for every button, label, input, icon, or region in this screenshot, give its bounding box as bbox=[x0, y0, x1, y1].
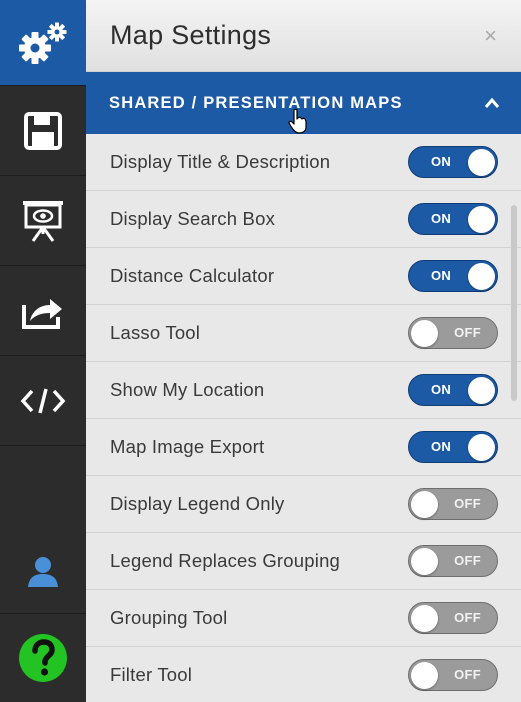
setting-toggle[interactable]: ON bbox=[408, 374, 498, 406]
toggle-knob bbox=[411, 605, 438, 632]
toggle-state-label: ON bbox=[431, 268, 452, 283]
toggle-state-label: OFF bbox=[454, 496, 481, 511]
setting-row: Filter Tool OFF bbox=[86, 647, 521, 702]
setting-row: Legend Replaces Grouping OFF bbox=[86, 533, 521, 590]
rail-settings-button[interactable] bbox=[0, 0, 86, 86]
setting-row: Lasso Tool OFF bbox=[86, 305, 521, 362]
setting-toggle[interactable]: ON bbox=[408, 203, 498, 235]
toggle-knob bbox=[411, 491, 438, 518]
toggle-knob bbox=[468, 149, 495, 176]
rail-share-button[interactable] bbox=[0, 266, 86, 356]
setting-toggle[interactable]: OFF bbox=[408, 602, 498, 634]
hand-cursor-icon bbox=[288, 108, 307, 134]
setting-row: Show My Location ON bbox=[86, 362, 521, 419]
setting-label: Show My Location bbox=[110, 379, 265, 400]
toggle-knob bbox=[411, 548, 438, 575]
close-icon[interactable]: × bbox=[484, 24, 497, 47]
setting-row: Map Image Export ON bbox=[86, 419, 521, 476]
rail-embed-button[interactable] bbox=[0, 356, 86, 446]
setting-row: Distance Calculator ON bbox=[86, 248, 521, 305]
toggle-knob bbox=[468, 206, 495, 233]
setting-label: Display Search Box bbox=[110, 208, 276, 229]
setting-toggle[interactable]: ON bbox=[408, 146, 498, 178]
toggle-state-label: OFF bbox=[454, 610, 481, 625]
setting-toggle[interactable]: OFF bbox=[408, 545, 498, 577]
toggle-knob bbox=[468, 434, 495, 461]
setting-row: Display Legend Only OFF bbox=[86, 476, 521, 533]
setting-label: Filter Tool bbox=[110, 664, 193, 685]
map-settings-panel: Map Settings × SHARED / PRESENTATION MAP… bbox=[86, 0, 521, 702]
setting-label: Display Legend Only bbox=[110, 493, 285, 514]
setting-row: Display Title & Description ON bbox=[86, 134, 521, 191]
app-window: Map Settings × SHARED / PRESENTATION MAP… bbox=[0, 0, 521, 702]
section-label: SHARED / PRESENTATION MAPS bbox=[109, 93, 403, 112]
user-icon bbox=[28, 556, 58, 587]
setting-toggle[interactable]: ON bbox=[408, 431, 498, 463]
setting-label: Legend Replaces Grouping bbox=[110, 550, 341, 571]
panel-title: Map Settings bbox=[110, 20, 272, 50]
setting-label: Lasso Tool bbox=[110, 322, 201, 343]
rail-presentation-button[interactable] bbox=[0, 176, 86, 266]
rail-user-button[interactable] bbox=[0, 530, 86, 614]
setting-toggle[interactable]: OFF bbox=[408, 488, 498, 520]
save-icon bbox=[24, 111, 62, 150]
setting-row: Grouping Tool OFF bbox=[86, 590, 521, 647]
panel-header: Map Settings × bbox=[86, 0, 521, 72]
setting-label: Map Image Export bbox=[110, 436, 265, 457]
rail-help-button[interactable] bbox=[0, 614, 86, 702]
setting-toggle[interactable]: OFF bbox=[408, 317, 498, 349]
toggle-state-label: ON bbox=[431, 382, 452, 397]
toggle-state-label: ON bbox=[431, 439, 452, 454]
setting-label: Display Title & Description bbox=[110, 151, 331, 172]
chevron-up-icon[interactable] bbox=[483, 94, 501, 112]
help-icon bbox=[19, 634, 67, 682]
setting-toggle[interactable]: ON bbox=[408, 260, 498, 292]
toggle-state-label: OFF bbox=[454, 667, 481, 682]
toggle-state-label: OFF bbox=[454, 553, 481, 568]
embed-code-icon bbox=[20, 388, 66, 413]
toggle-state-label: ON bbox=[431, 211, 452, 226]
setting-label: Distance Calculator bbox=[110, 265, 275, 286]
section-shared-presentation-maps[interactable]: SHARED / PRESENTATION MAPS bbox=[86, 72, 521, 134]
icon-rail bbox=[0, 0, 86, 702]
toggle-state-label: OFF bbox=[454, 325, 481, 340]
setting-row: Display Search Box ON bbox=[86, 191, 521, 248]
share-icon bbox=[22, 298, 62, 329]
scrollbar[interactable] bbox=[511, 205, 517, 401]
toggle-knob bbox=[468, 263, 495, 290]
toggle-knob bbox=[468, 377, 495, 404]
settings-gears-icon bbox=[19, 22, 67, 64]
setting-label: Grouping Tool bbox=[110, 607, 228, 628]
toggle-knob bbox=[411, 662, 438, 689]
toggle-state-label: ON bbox=[431, 154, 452, 169]
rail-save-button[interactable] bbox=[0, 86, 86, 176]
setting-toggle[interactable]: OFF bbox=[408, 659, 498, 691]
toggle-knob bbox=[411, 320, 438, 347]
settings-list: Display Title & Description ON Display Sea… bbox=[86, 134, 521, 702]
presentation-view-icon bbox=[23, 200, 63, 242]
